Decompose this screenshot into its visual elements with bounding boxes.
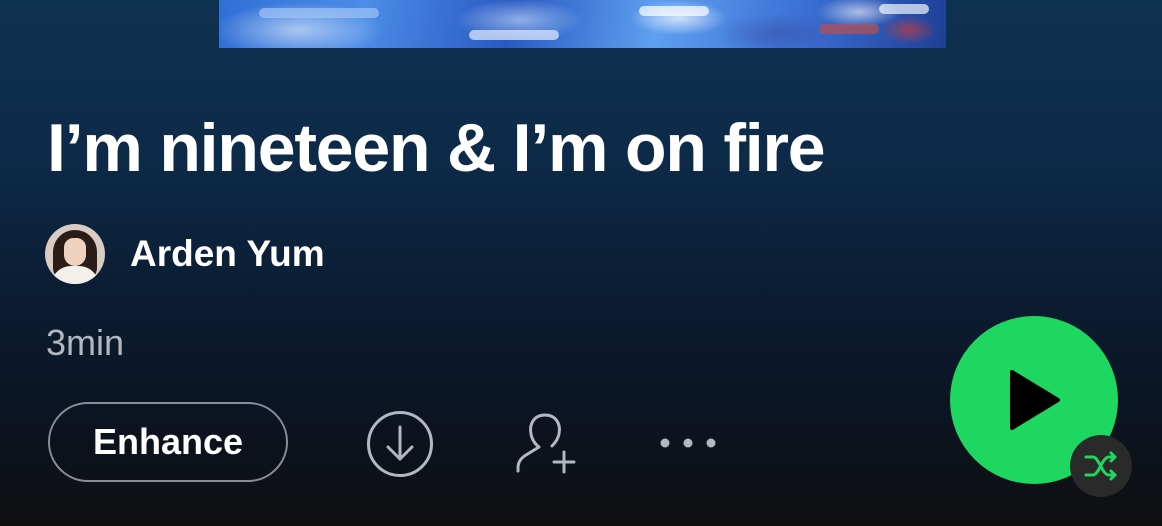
shuffle-icon (1084, 451, 1117, 481)
download-button[interactable] (366, 410, 434, 478)
owner-name[interactable]: Arden Yum (130, 233, 325, 275)
add-user-icon (516, 413, 576, 474)
shuffle-button[interactable] (1070, 435, 1132, 497)
add-collaborator-button[interactable] (512, 410, 580, 478)
enhance-button[interactable]: Enhance (48, 402, 288, 482)
album-cover-image (219, 0, 946, 48)
owner-row[interactable]: Arden Yum (45, 224, 325, 284)
avatar[interactable] (45, 224, 105, 284)
download-circle-icon (367, 411, 433, 477)
playlist-title: I’m nineteen & I’m on fire (47, 110, 826, 186)
more-options-icon (660, 438, 716, 448)
play-icon (1010, 370, 1060, 430)
playlist-duration: 3min (46, 322, 125, 363)
more-options-button[interactable] (655, 425, 721, 461)
